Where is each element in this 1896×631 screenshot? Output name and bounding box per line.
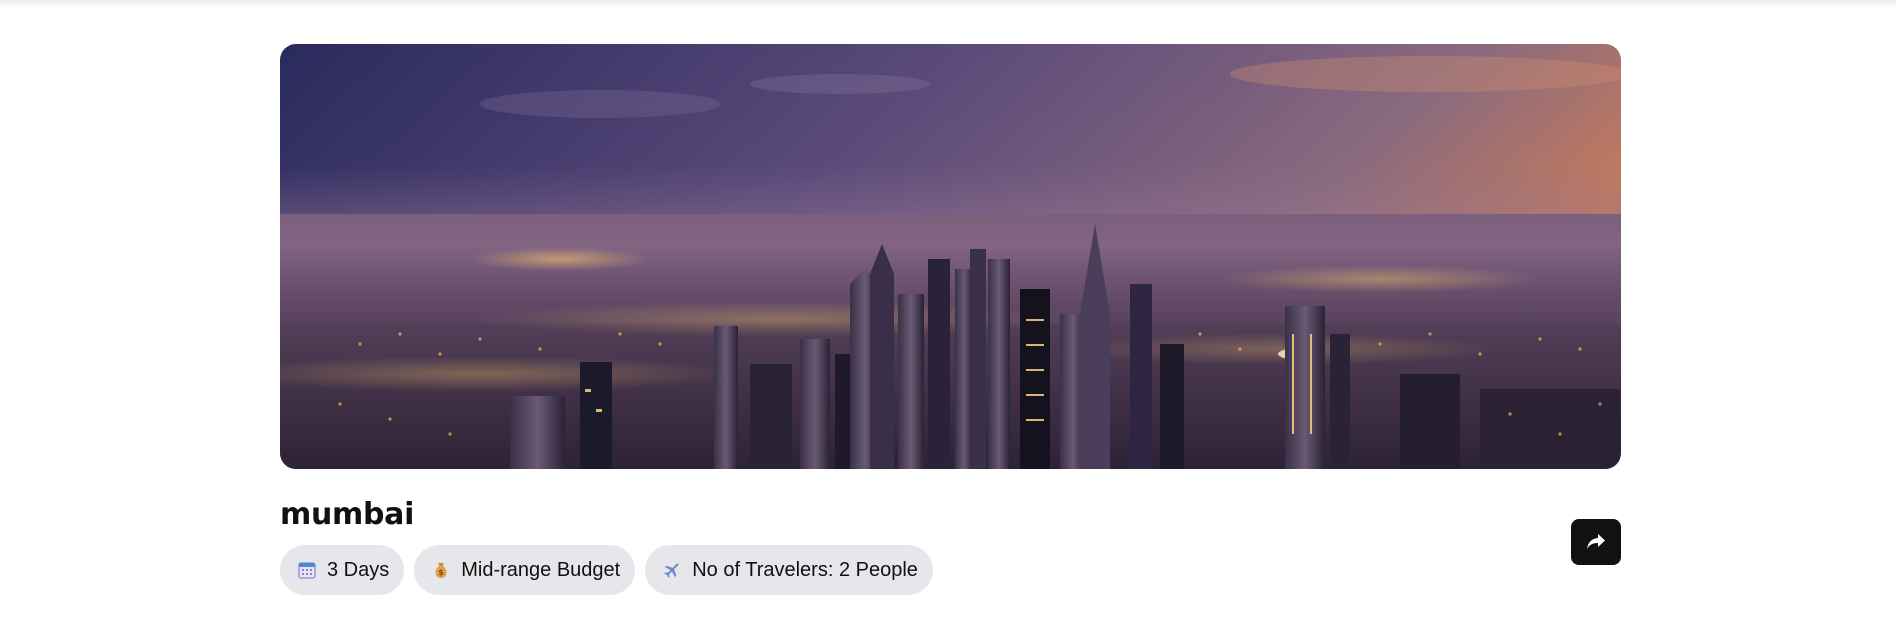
badge-travelers: No of Travelers: 2 People <box>645 545 933 595</box>
header-shadow <box>0 0 1896 8</box>
airplane-icon <box>662 560 682 580</box>
city-skyline-image <box>280 44 1621 469</box>
share-button[interactable] <box>1571 519 1621 565</box>
badge-duration-label: 3 Days <box>327 558 390 581</box>
trip-badges: 3 Days $ Mid-range Budget No of Traveler… <box>280 545 1621 595</box>
trip-title: mumbai <box>280 497 415 532</box>
svg-text:$: $ <box>438 568 444 577</box>
trip-detail-page: mumbai 3 Days $ Mid-range Budget No of T… <box>280 44 1621 597</box>
share-arrow-icon <box>1586 533 1606 551</box>
badge-duration: 3 Days <box>280 545 405 595</box>
calendar-icon <box>297 560 317 580</box>
trip-info: mumbai 3 Days $ Mid-range Budget No of T… <box>280 497 1621 597</box>
destination-hero-image <box>280 44 1621 469</box>
badge-travelers-label: No of Travelers: 2 People <box>692 558 918 581</box>
money-bag-icon: $ <box>431 560 451 580</box>
badge-budget: $ Mid-range Budget <box>414 545 636 595</box>
badge-budget-label: Mid-range Budget <box>461 558 621 581</box>
